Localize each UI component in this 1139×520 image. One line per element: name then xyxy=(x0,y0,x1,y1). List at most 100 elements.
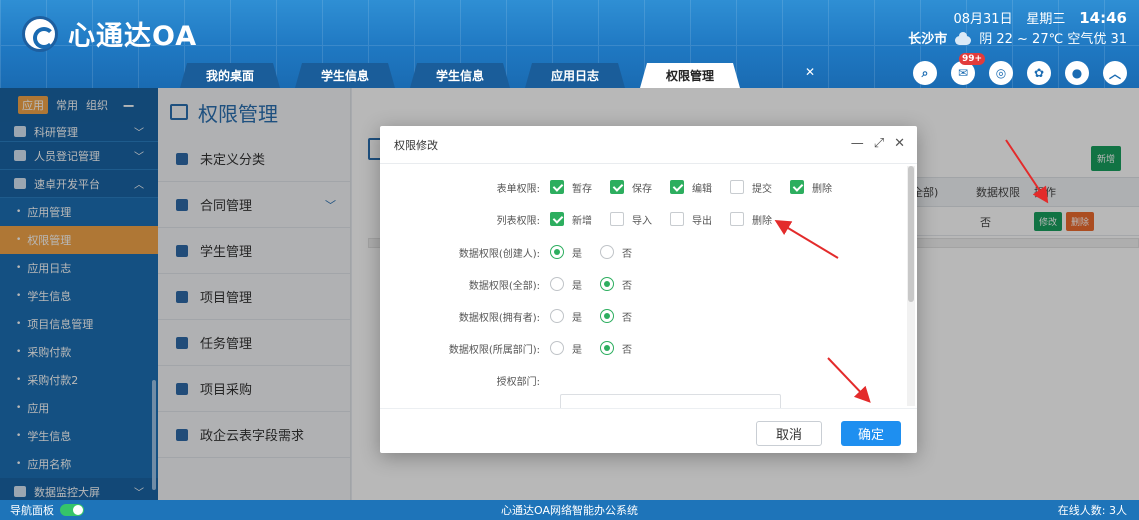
top-tabs: 我的桌面 学生信息 学生信息 应用日志 权限管理 xyxy=(180,63,755,88)
radio[interactable] xyxy=(600,309,614,323)
checkbox-list-delete[interactable]: 删除 xyxy=(730,212,772,227)
option-label: 否 xyxy=(622,248,632,260)
checkbox-add[interactable]: 新增 xyxy=(550,212,592,227)
radio[interactable] xyxy=(600,277,614,291)
dialog-body: 表单权限: 暂存 保存 编辑 提交 删除 列表权限: 新增 导入 导出 删除 数… xyxy=(380,164,906,408)
tab-student-info[interactable]: 学生信息 xyxy=(295,63,395,88)
checkbox[interactable] xyxy=(550,180,564,194)
field-label: 授权部门: xyxy=(496,376,540,388)
system-name: 心通达OA网络智能办公系统 xyxy=(501,504,638,517)
field-label: 数据权限(全部): xyxy=(468,280,540,292)
option-label: 删除 xyxy=(812,183,832,195)
minimize-icon[interactable]: — xyxy=(851,136,864,151)
notification-badge: 99+ xyxy=(959,53,986,65)
dialog-scrollbar[interactable] xyxy=(907,166,915,406)
tab-my-desktop[interactable]: 我的桌面 xyxy=(180,63,280,88)
dialog-footer: 取消 确定 xyxy=(380,408,917,453)
option-label: 编辑 xyxy=(692,183,712,195)
chevron-up-icon[interactable]: ︿ xyxy=(1103,61,1127,85)
toolbar-icons: ⌕ ✉ 99+ ◎ ✿ ● ︿ xyxy=(913,53,1127,85)
radio[interactable] xyxy=(550,341,564,355)
checkbox-edit[interactable]: 编辑 xyxy=(670,180,712,195)
palette-icon[interactable]: ✿ xyxy=(1027,61,1051,85)
radio[interactable] xyxy=(600,245,614,259)
option-label: 是 xyxy=(572,248,582,260)
checkbox[interactable] xyxy=(730,180,744,194)
authorized-dept-input[interactable] xyxy=(560,394,781,408)
radio[interactable] xyxy=(550,277,564,291)
option-label: 否 xyxy=(622,344,632,356)
option-label: 否 xyxy=(622,280,632,292)
tab-permission-management[interactable]: 权限管理 xyxy=(640,63,740,88)
target-icon[interactable]: ◎ xyxy=(989,61,1013,85)
option-label: 否 xyxy=(622,312,632,324)
list-permission-row: 列表权限: 新增 导入 导出 删除 xyxy=(380,208,906,230)
radio-no[interactable]: 否 xyxy=(600,309,632,324)
checkbox[interactable] xyxy=(670,180,684,194)
form-permission-label: 表单权限: xyxy=(496,183,540,195)
checkbox-save[interactable]: 保存 xyxy=(610,180,652,195)
checkbox[interactable] xyxy=(790,180,804,194)
radio[interactable] xyxy=(600,341,614,355)
option-label: 是 xyxy=(572,312,582,324)
checkbox-export[interactable]: 导出 xyxy=(670,212,712,227)
permission-edit-dialog: 权限修改 — ⤢ ✕ 表单权限: 暂存 保存 编辑 提交 删除 列表权限: 新增… xyxy=(380,126,917,453)
cloud-icon xyxy=(955,31,972,45)
radio-yes[interactable]: 是 xyxy=(550,277,582,292)
maximize-icon[interactable]: ⤢ xyxy=(874,136,884,151)
datetime-weather: 08月31日 星期三 14:46 长沙市 阴 22 ~ 27℃ 空气优 31 xyxy=(908,8,1127,50)
date-text: 08月31日 xyxy=(953,12,1013,27)
form-permission-row: 表单权限: 暂存 保存 编辑 提交 删除 xyxy=(380,176,906,198)
close-icon[interactable]: ✕ xyxy=(894,136,905,151)
checkbox[interactable] xyxy=(550,212,564,226)
logo-text: 心通达OA xyxy=(68,21,198,52)
checkbox[interactable] xyxy=(670,212,684,226)
option-label: 导出 xyxy=(692,215,712,227)
status-bar: 导航面板 心通达OA网络智能办公系统 在线人数: 3人 xyxy=(0,500,1139,520)
data-permission-dept-row: 数据权限(所属部门): 是 否 xyxy=(380,337,906,359)
radio[interactable] xyxy=(550,309,564,323)
radio[interactable] xyxy=(550,245,564,259)
option-label: 暂存 xyxy=(572,183,592,195)
checkbox[interactable] xyxy=(730,212,744,226)
tab-app-log[interactable]: 应用日志 xyxy=(525,63,625,88)
app-header: 心通达OA 08月31日 星期三 14:46 长沙市 阴 22 ~ 27℃ 空气… xyxy=(0,0,1139,88)
authorized-dept-row: 授权部门: xyxy=(380,369,906,391)
checkbox-save-draft[interactable]: 暂存 xyxy=(550,180,592,195)
field-label: 数据权限(拥有者): xyxy=(458,312,540,324)
logo-icon xyxy=(22,15,58,52)
cancel-button[interactable]: 取消 xyxy=(756,421,822,446)
field-label: 数据权限(创建人): xyxy=(458,248,540,260)
checkbox-submit[interactable]: 提交 xyxy=(730,180,772,195)
option-label: 是 xyxy=(572,344,582,356)
list-permission-label: 列表权限: xyxy=(496,215,540,227)
user-icon[interactable]: ● xyxy=(1065,61,1089,85)
radio-yes[interactable]: 是 xyxy=(550,341,582,356)
option-label: 删除 xyxy=(752,215,772,227)
checkbox-import[interactable]: 导入 xyxy=(610,212,652,227)
confirm-button[interactable]: 确定 xyxy=(841,421,901,446)
tab-student-info-2[interactable]: 学生信息 xyxy=(410,63,510,88)
data-permission-owner-row: 数据权限(拥有者): 是 否 xyxy=(380,305,906,327)
city-text[interactable]: 长沙市 xyxy=(908,30,947,50)
option-label: 新增 xyxy=(572,215,592,227)
checkbox[interactable] xyxy=(610,212,624,226)
data-permission-creator-row: 数据权限(创建人): 是 否 xyxy=(380,241,906,263)
close-tabs-icon[interactable]: ✕ xyxy=(805,65,821,81)
scrollbar-thumb[interactable] xyxy=(908,166,914,302)
radio-no[interactable]: 否 xyxy=(600,245,632,260)
weekday-text: 星期三 xyxy=(1026,12,1066,27)
dialog-titlebar: 权限修改 — ⤢ ✕ xyxy=(380,126,917,164)
notification-icon[interactable]: ✉ 99+ xyxy=(951,53,986,85)
app-logo: 心通达OA xyxy=(22,14,197,53)
radio-no[interactable]: 否 xyxy=(600,341,632,356)
option-label: 保存 xyxy=(632,183,652,195)
radio-yes[interactable]: 是 xyxy=(550,309,582,324)
search-icon[interactable]: ⌕ xyxy=(913,61,937,85)
radio-yes[interactable]: 是 xyxy=(550,245,582,260)
radio-no[interactable]: 否 xyxy=(600,277,632,292)
checkbox-delete[interactable]: 删除 xyxy=(790,180,832,195)
option-label: 是 xyxy=(572,280,582,292)
time-text: 14:46 xyxy=(1079,9,1127,27)
checkbox[interactable] xyxy=(610,180,624,194)
